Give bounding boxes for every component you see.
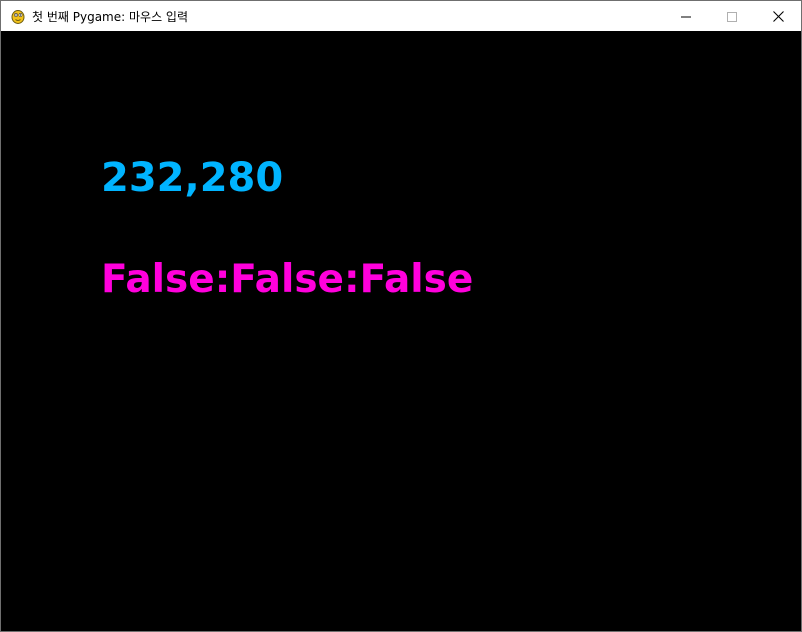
pygame-window: 첫 번째 Pygame: 마우스 입력 232,280 False:False:…: [0, 0, 802, 632]
title-bar[interactable]: 첫 번째 Pygame: 마우스 입력: [1, 1, 801, 31]
mouse-buttons-state-text: False:False:False: [101, 257, 474, 302]
close-button[interactable]: [755, 1, 801, 31]
window-controls: [663, 1, 801, 31]
maximize-icon: [727, 7, 737, 26]
game-canvas[interactable]: 232,280 False:False:False: [1, 31, 801, 631]
pygame-snake-icon: [10, 8, 26, 24]
maximize-button[interactable]: [709, 1, 755, 31]
minimize-button[interactable]: [663, 1, 709, 31]
window-title: 첫 번째 Pygame: 마우스 입력: [32, 9, 189, 24]
close-icon: [772, 7, 784, 26]
mouse-position-text: 232,280: [101, 155, 284, 201]
minimize-icon: [681, 7, 691, 26]
